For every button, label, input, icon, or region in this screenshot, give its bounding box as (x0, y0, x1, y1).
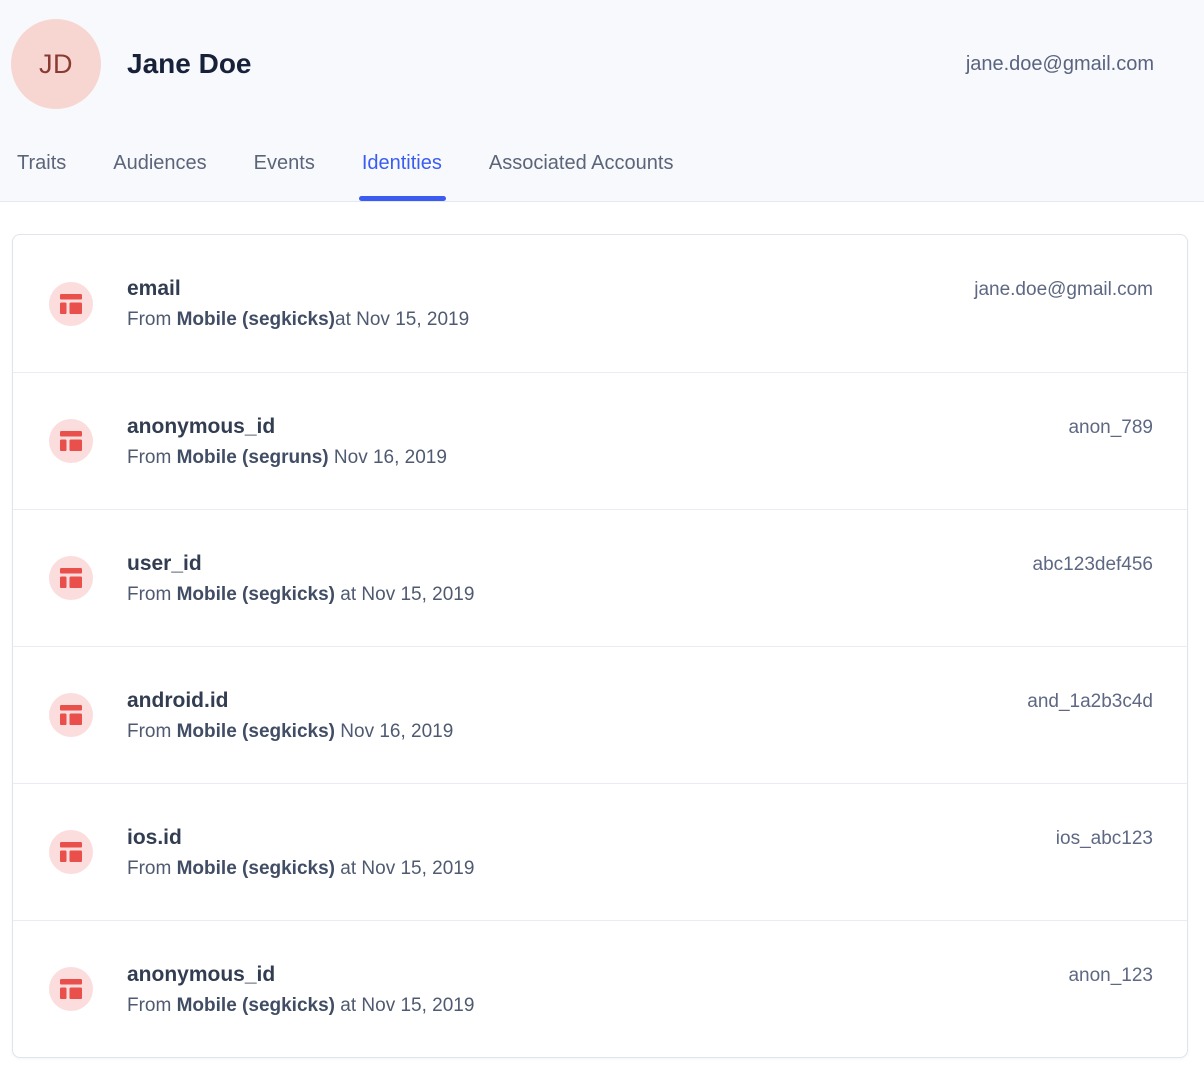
profile-header-top: JD Jane Doe jane.doe@gmail.com (0, 0, 1204, 109)
profile-tabs: Traits Audiences Events Identities Assoc… (17, 152, 673, 201)
user-name: Jane Doe (127, 48, 252, 80)
identity-text: user_id From Mobile (segkicks) at Nov 15… (127, 550, 474, 607)
avatar: JD (11, 19, 101, 109)
identity-value: and_1a2b3c4d (1027, 691, 1153, 713)
identity-value: abc123def456 (1033, 554, 1153, 576)
tab-identities[interactable]: Identities (362, 152, 442, 201)
identity-row-email: email From Mobile (segkicks)at Nov 15, 2… (13, 235, 1187, 372)
tab-events[interactable]: Events (254, 152, 315, 201)
identity-name: android.id (127, 687, 453, 714)
identity-name: anonymous_id (127, 961, 474, 988)
identity-value: ios_abc123 (1056, 828, 1153, 850)
identities-card: email From Mobile (segkicks)at Nov 15, 2… (12, 234, 1188, 1058)
identity-source-info: From Mobile (segkicks) at Nov 15, 2019 (127, 856, 474, 881)
layout-icon (49, 967, 93, 1011)
identity-row-anonymous-id-1: anonymous_id From Mobile (segruns) Nov 1… (13, 372, 1187, 509)
layout-icon (49, 693, 93, 737)
identity-text: anonymous_id From Mobile (segruns) Nov 1… (127, 413, 447, 470)
identity-source-info: From Mobile (segkicks) at Nov 15, 2019 (127, 582, 474, 607)
identity-name: user_id (127, 550, 474, 577)
layout-icon (49, 419, 93, 463)
identity-value: jane.doe@gmail.com (974, 279, 1153, 301)
identity-row-ios-id: ios.id From Mobile (segkicks) at Nov 15,… (13, 783, 1187, 920)
identity-text: ios.id From Mobile (segkicks) at Nov 15,… (127, 824, 474, 881)
identity-value: anon_123 (1068, 965, 1153, 987)
identity-row-android-id: android.id From Mobile (segkicks) Nov 16… (13, 646, 1187, 783)
identity-text: email From Mobile (segkicks)at Nov 15, 2… (127, 275, 469, 332)
layout-icon (49, 556, 93, 600)
identity-text: android.id From Mobile (segkicks) Nov 16… (127, 687, 453, 744)
user-email: jane.doe@gmail.com (966, 53, 1154, 76)
identity-source-info: From Mobile (segkicks)at Nov 15, 2019 (127, 307, 469, 332)
layout-icon (49, 830, 93, 874)
layout-icon (49, 282, 93, 326)
identity-row-anonymous-id-2: anonymous_id From Mobile (segkicks) at N… (13, 920, 1187, 1057)
identity-source-info: From Mobile (segkicks) at Nov 15, 2019 (127, 993, 474, 1018)
identity-name: anonymous_id (127, 413, 447, 440)
identity-source-info: From Mobile (segruns) Nov 16, 2019 (127, 445, 447, 470)
avatar-initials: JD (39, 49, 73, 80)
tab-traits[interactable]: Traits (17, 152, 66, 201)
identity-source-info: From Mobile (segkicks) Nov 16, 2019 (127, 719, 453, 744)
tab-associated-accounts[interactable]: Associated Accounts (489, 152, 674, 201)
identity-name: ios.id (127, 824, 474, 851)
tab-audiences[interactable]: Audiences (113, 152, 206, 201)
identity-row-user-id: user_id From Mobile (segkicks) at Nov 15… (13, 509, 1187, 646)
tab-identities-label: Identities (362, 152, 442, 174)
active-tab-indicator (359, 196, 446, 201)
identity-text: anonymous_id From Mobile (segkicks) at N… (127, 961, 474, 1018)
profile-header: JD Jane Doe jane.doe@gmail.com Traits Au… (0, 0, 1204, 202)
identity-value: anon_789 (1068, 417, 1153, 439)
identities-panel: email From Mobile (segkicks)at Nov 15, 2… (0, 202, 1204, 1080)
identity-name: email (127, 275, 469, 302)
